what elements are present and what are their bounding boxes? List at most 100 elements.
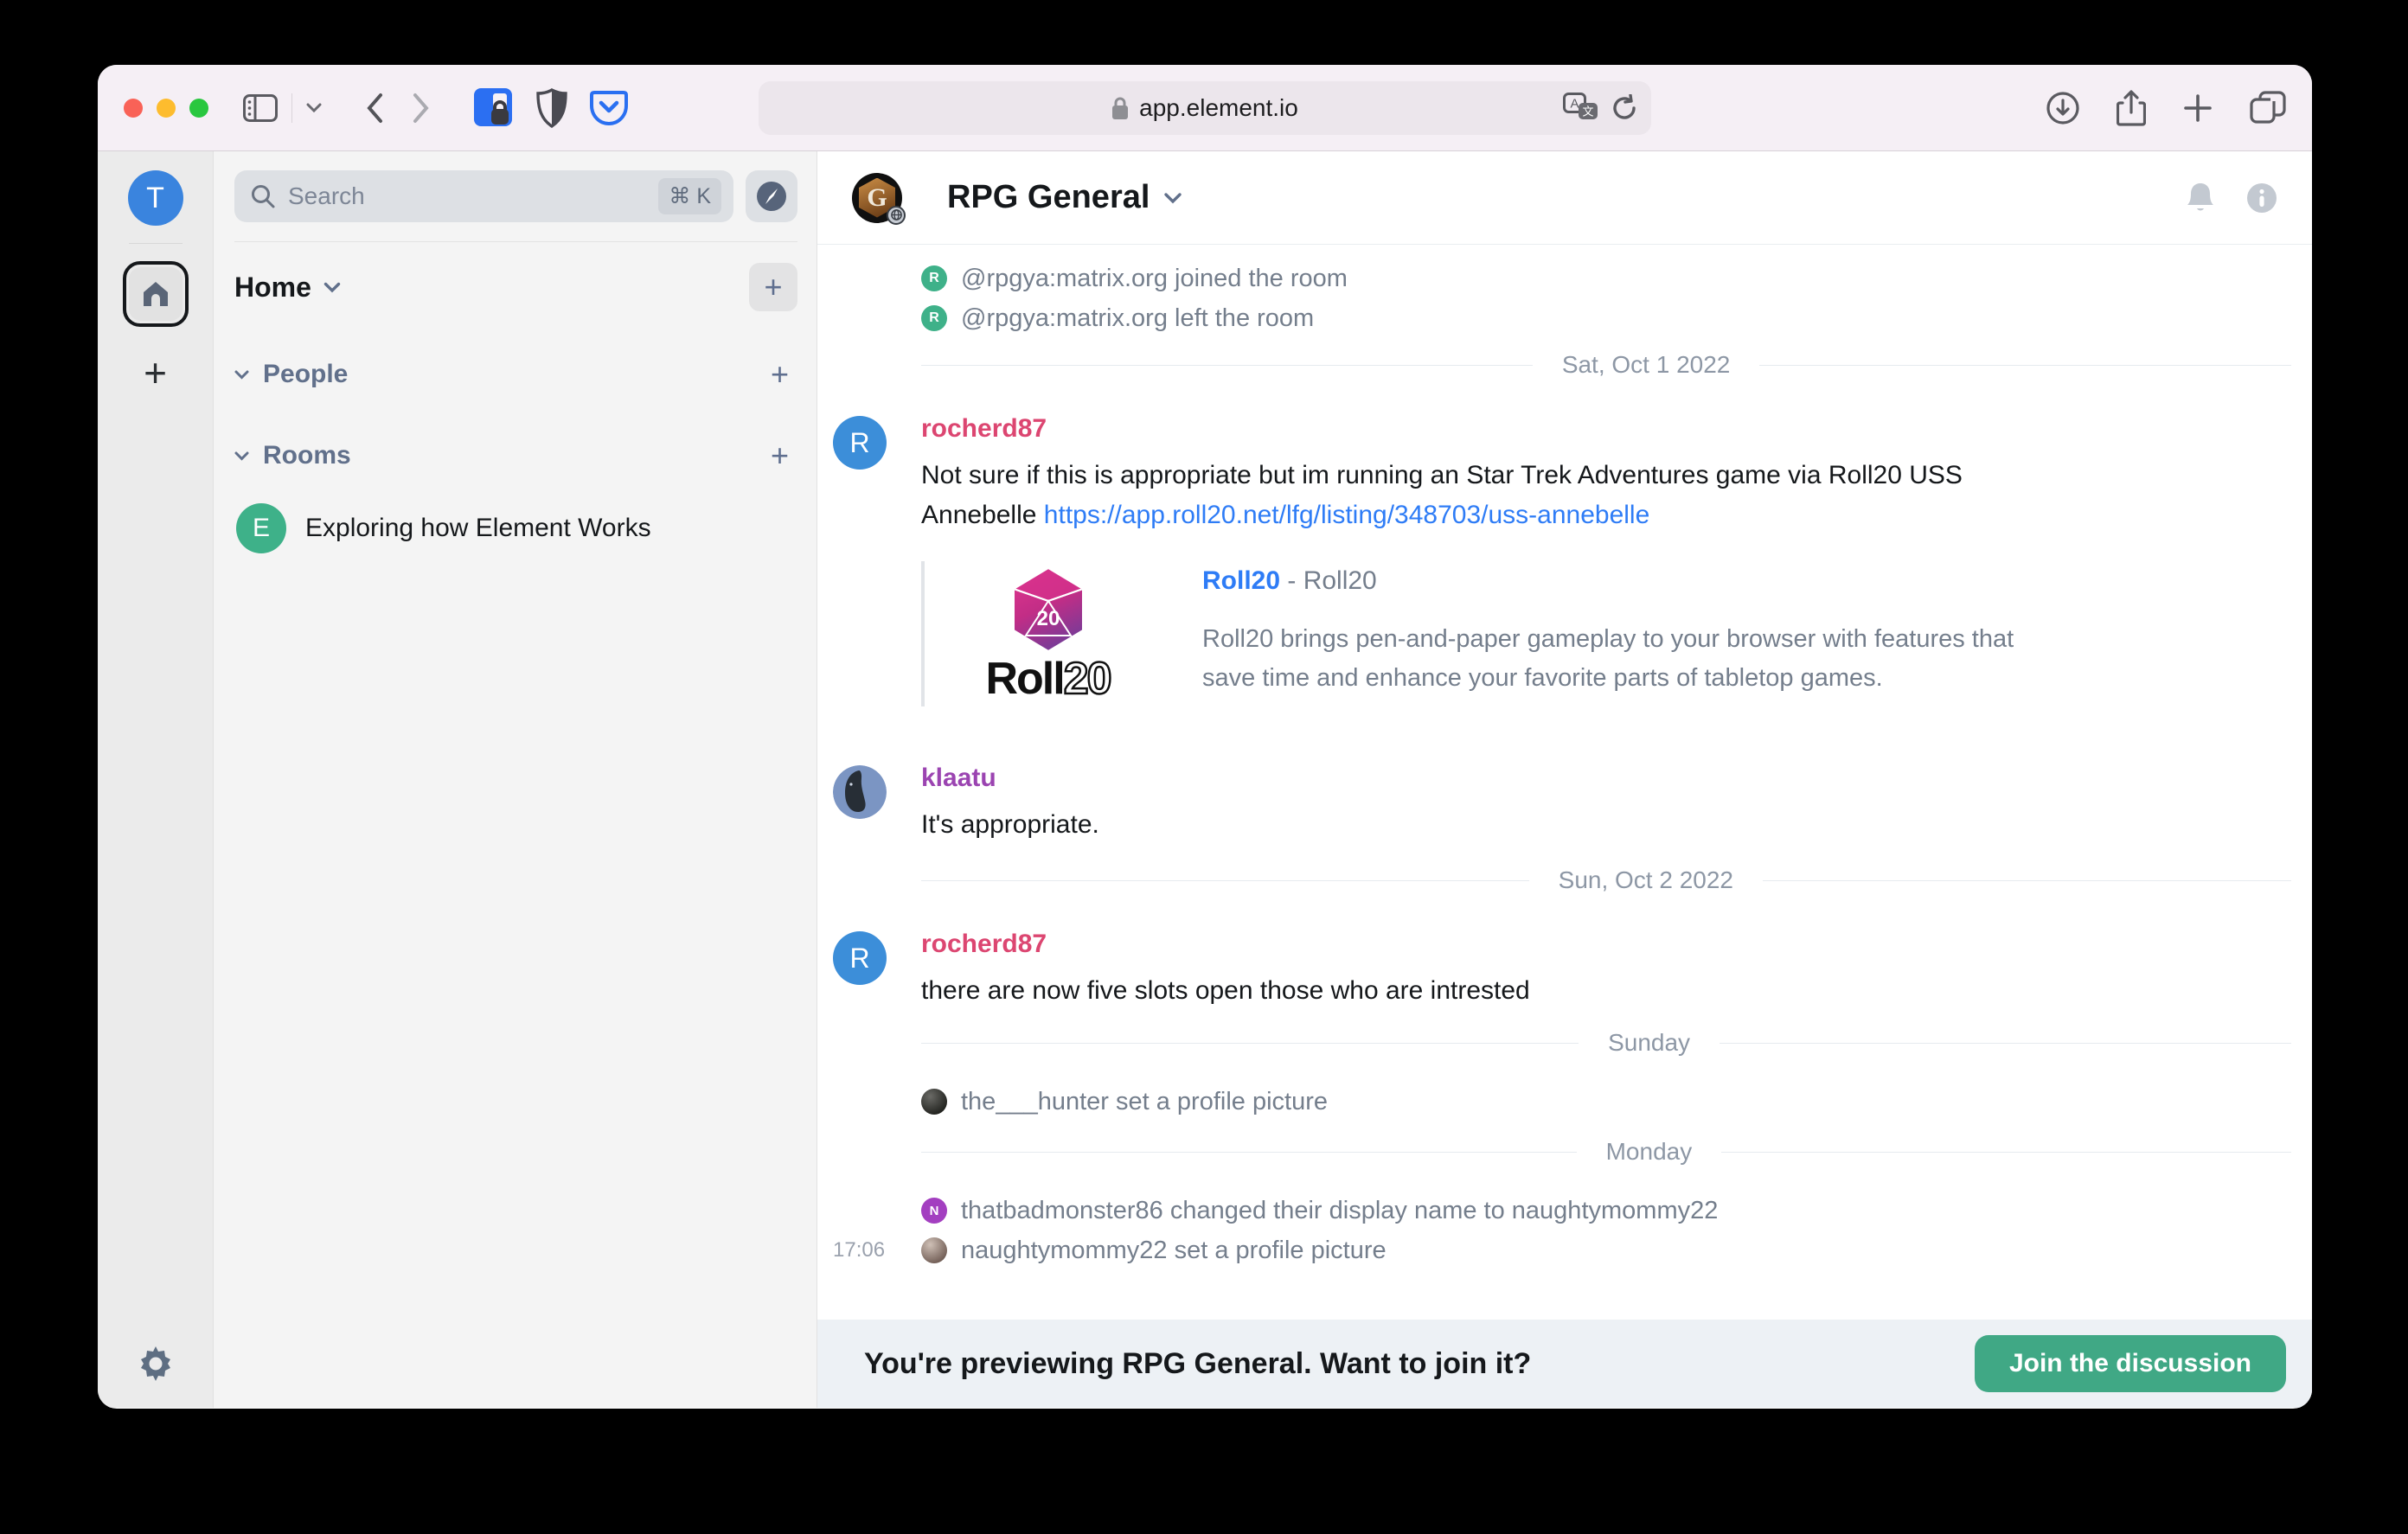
tab-overview-icon[interactable] — [2250, 91, 2286, 125]
url-preview-card: 20 Roll20 Roll20 - Roll20 Roll20 brings … — [921, 561, 2291, 706]
chevron-down-icon — [234, 370, 249, 380]
sender-name[interactable]: rocherd87 — [921, 930, 2291, 959]
roll20-wordmark: Roll20 — [985, 656, 1110, 701]
message-timeline[interactable]: R @rpgya:matrix.org joined the room R @r… — [817, 245, 2312, 1320]
add-button[interactable]: + — [749, 263, 797, 311]
date-divider: Sat, Oct 1 2022 — [921, 338, 2291, 392]
share-icon[interactable] — [2117, 89, 2146, 127]
room-title[interactable]: RPG General — [947, 179, 1150, 216]
url-text: app.element.io — [1139, 94, 1298, 122]
preview-description: Roll20 brings pen-and-paper gameplay to … — [1202, 620, 2015, 698]
sender-name[interactable]: klaatu — [921, 764, 2291, 793]
room-header: G RPG General — [817, 151, 2312, 245]
downloads-icon[interactable] — [2046, 91, 2080, 125]
minimize-window-button[interactable] — [157, 99, 176, 118]
date-divider: Sun, Oct 2 2022 — [921, 853, 2291, 907]
room-avatar: E — [236, 503, 286, 553]
pocket-extension-icon[interactable] — [590, 89, 628, 127]
chevron-down-icon — [323, 282, 341, 293]
close-window-button[interactable] — [124, 99, 143, 118]
avatar[interactable]: R — [833, 931, 887, 985]
translate-icon[interactable]: A文 — [1563, 93, 1599, 124]
message: R rocherd87 there are now five slots ope… — [921, 930, 2291, 1011]
room-header-avatar[interactable]: G — [852, 173, 902, 223]
globe-badge-icon — [887, 206, 906, 225]
space-rail: T + — [98, 151, 214, 1408]
roll20-logo: 20 Roll20 — [968, 566, 1128, 701]
room-name: Exploring how Element Works — [305, 514, 651, 543]
svg-text:20: 20 — [1036, 607, 1060, 630]
profile-event: the___hunter set a profile picture — [921, 1082, 2291, 1122]
avatar — [921, 1237, 947, 1263]
avatar[interactable]: R — [833, 416, 887, 470]
space-name: Home — [234, 272, 311, 304]
shield-extension-icon[interactable] — [536, 88, 567, 128]
safari-window: app.element.io A文 — [98, 65, 2312, 1409]
chevron-down-icon[interactable] — [306, 103, 322, 113]
sidebar-toggle-icon[interactable] — [243, 94, 278, 122]
password-extension-icon[interactable] — [474, 86, 514, 130]
search-input[interactable] — [288, 182, 658, 210]
svg-text:A: A — [1570, 97, 1579, 112]
event-text: the___hunter set a profile picture — [961, 1088, 1328, 1116]
message-link[interactable]: https://app.roll20.net/lfg/listing/34870… — [1044, 501, 1649, 529]
add-people-button[interactable]: + — [771, 356, 797, 393]
avatar: R — [921, 265, 947, 291]
chevron-down-icon[interactable] — [1163, 192, 1182, 204]
toolbar-divider — [291, 93, 292, 123]
new-tab-icon[interactable] — [2182, 93, 2213, 124]
date-divider-label: Monday — [1606, 1138, 1693, 1166]
zoom-window-button[interactable] — [189, 99, 208, 118]
create-space-button[interactable]: + — [144, 353, 167, 393]
explore-rooms-button[interactable] — [746, 170, 797, 222]
sender-name[interactable]: rocherd87 — [921, 414, 2291, 444]
search-icon — [250, 183, 276, 209]
date-divider-label: Sat, Oct 1 2022 — [1562, 351, 1731, 379]
message-body: Not sure if this is appropriate but im r… — [921, 456, 2020, 535]
svg-text:文: 文 — [1582, 105, 1593, 118]
avatar — [921, 1089, 947, 1115]
message-body: there are now five slots open those who … — [921, 971, 2020, 1011]
preview-title: Roll20 - Roll20 — [1202, 566, 2015, 596]
avatar[interactable] — [833, 765, 887, 819]
user-avatar[interactable]: T — [128, 170, 183, 226]
browser-toolbar: app.element.io A文 — [98, 65, 2312, 151]
section-label: Rooms — [263, 441, 351, 470]
chat-pane: G RPG General — [817, 151, 2312, 1408]
desktop: app.element.io A文 — [0, 0, 2408, 1534]
home-icon — [141, 279, 170, 309]
room-info-icon[interactable] — [2246, 182, 2277, 214]
date-divider: Monday — [921, 1125, 2291, 1179]
lock-icon — [1111, 96, 1129, 120]
address-bar[interactable]: app.element.io A文 — [759, 81, 1651, 135]
event-text: naughtymommy22 set a profile picture — [961, 1237, 1387, 1265]
home-space-button[interactable] — [123, 261, 189, 327]
compass-icon — [755, 180, 788, 213]
forward-icon[interactable] — [412, 93, 431, 124]
preview-prompt: You're previewing RPG General. Want to j… — [864, 1347, 1531, 1381]
message: R rocherd87 Not sure if this is appropri… — [921, 414, 2291, 706]
avatar: N — [921, 1198, 947, 1224]
event-text: @rpgya:matrix.org joined the room — [961, 265, 1348, 293]
section-rooms[interactable]: Rooms + — [234, 438, 797, 474]
space-header[interactable]: Home + — [234, 263, 797, 311]
message-body: It's appropriate. — [921, 805, 2020, 845]
membership-event: R @rpgya:matrix.org left the room — [921, 298, 2291, 338]
rename-event: N thatbadmonster86 changed their display… — [921, 1191, 2291, 1230]
add-room-button[interactable]: + — [771, 438, 797, 474]
profile-event: 17:06 naughtymommy22 set a profile pictu… — [921, 1230, 2291, 1270]
room-list-item[interactable]: E Exploring how Element Works — [234, 503, 797, 553]
search-shortcut-badge: ⌘ K — [658, 178, 721, 214]
event-timestamp: 17:06 — [833, 1238, 885, 1262]
section-people[interactable]: People + — [234, 356, 797, 393]
window-controls — [124, 99, 208, 118]
reload-icon[interactable] — [1611, 94, 1637, 122]
search-input-wrapper[interactable]: ⌘ K — [234, 170, 733, 222]
back-icon[interactable] — [365, 93, 384, 124]
settings-gear-icon[interactable] — [138, 1345, 174, 1382]
d20-icon: 20 — [1009, 566, 1088, 653]
date-divider: Sunday — [921, 1016, 2291, 1070]
preview-title-link[interactable]: Roll20 — [1202, 566, 1280, 595]
join-discussion-button[interactable]: Join the discussion — [1975, 1335, 2286, 1392]
notifications-bell-icon[interactable] — [2184, 181, 2217, 215]
